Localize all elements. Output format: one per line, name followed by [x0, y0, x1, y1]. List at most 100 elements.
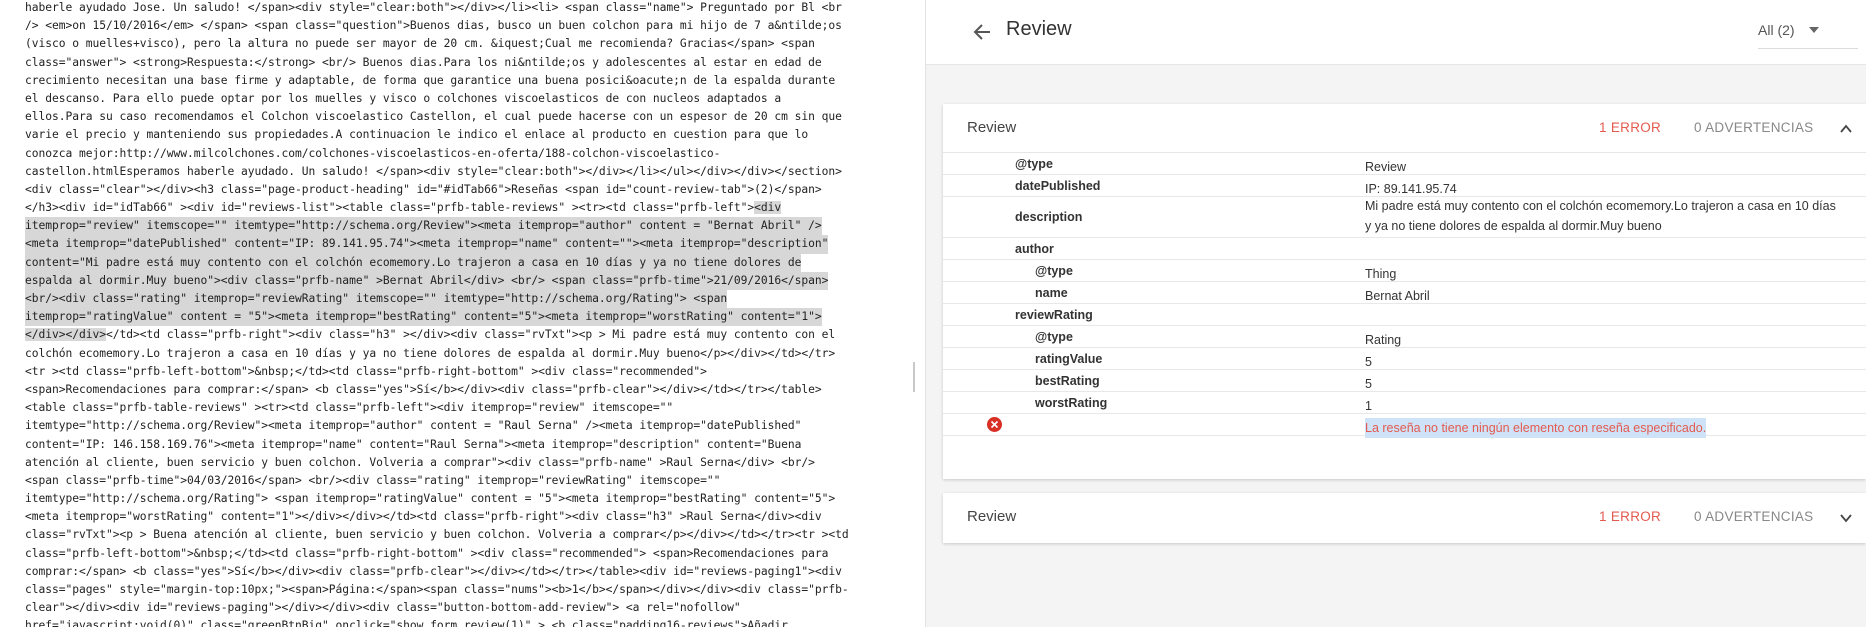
review-result-card: Review 1 ERROR 0 ADVERTENCIAS @type Revie… — [943, 104, 1866, 479]
code-line: <br/><div class="rating" itemprop="revie… — [25, 290, 907, 309]
property-key: description — [1015, 210, 1083, 224]
code-line: ellos.Para su caso recomendamos el Colch… — [25, 108, 907, 126]
property-value: Bernat Abril — [1365, 289, 1430, 303]
source-code-text[interactable]: haberle ayudado Jose. Un saludo! </span>… — [25, 0, 907, 627]
code-text-span: castellon.htmlEsperamos haberle ayudado.… — [25, 164, 842, 178]
code-text-span: class="pages" style="margin-top:10px;"><… — [25, 583, 849, 596]
warning-count: 0 ADVERTENCIAS — [1694, 509, 1814, 524]
property-row: ratingValue 5 — [943, 348, 1866, 370]
property-key: @type — [1035, 330, 1073, 344]
code-text-span: ellos.Para su caso recomendamos el Colch… — [25, 110, 842, 124]
code-line: </h3><div id="idTab66" ><div id="reviews… — [25, 199, 907, 217]
code-text-span: colchón ecomemory.Lo trajeron a casa en … — [25, 346, 836, 360]
property-value: Rating — [1365, 333, 1402, 347]
property-value: Mi padre está muy contento con el colchó… — [1365, 199, 1836, 233]
property-value: Review — [1365, 160, 1406, 174]
code-text-span: conozca mejor:http://www.milcolchones.co… — [25, 146, 721, 160]
property-key: author — [1015, 242, 1054, 256]
code-selection: <meta itemprop="datePublished" content="… — [25, 235, 828, 254]
code-text-span: (visco o muelles+visco), pero la altura … — [25, 37, 815, 51]
code-text-span: content="IP: 146.158.169.76"><meta itemp… — [25, 437, 802, 451]
code-text-span: class="answer"> <strong>Respuesta:</stro… — [25, 55, 822, 69]
property-row: worstRating 1 — [943, 392, 1866, 414]
code-text-span: /> <em>on 15/10/2016</em> </span> <span … — [25, 19, 842, 33]
code-line: itemtype="http://schema.org/Rating"> <sp… — [25, 490, 907, 508]
code-selection: <div — [754, 201, 782, 215]
property-row: name Bernat Abril — [943, 282, 1866, 304]
property-row: reviewRating — [943, 304, 1866, 326]
code-selection: espalda al dormir.Muy bueno"><div class=… — [25, 271, 828, 291]
back-arrow-icon — [973, 24, 990, 40]
code-line: castellon.htmlEsperamos haberle ayudado.… — [25, 163, 907, 181]
error-count: 1 ERROR — [1599, 509, 1662, 524]
property-key: datePublished — [1015, 179, 1101, 193]
code-text-span: <tr ><td class="prfb-left-bottom">&nbsp;… — [25, 364, 707, 378]
property-key: @type — [1035, 264, 1073, 278]
validator-panel: Review All (2) Review 1 ERROR 0 ADVERTEN… — [926, 0, 1866, 627]
code-line: <table class="prfb-table-reviews" ><tr><… — [25, 399, 907, 417]
review-result-card-collapsed[interactable]: Review 1 ERROR 0 ADVERTENCIAS — [943, 493, 1866, 543]
property-row: @type Rating — [943, 326, 1866, 348]
chevron-down-icon[interactable] — [1839, 511, 1853, 525]
code-selection: <br/><div class="rating" itemprop="revie… — [25, 290, 727, 309]
code-text-span: </td><td class="prfb-right"><div class="… — [106, 328, 836, 342]
code-text-span: </h3><div id="idTab66" ><div id="reviews… — [25, 201, 755, 215]
code-text-span: comprar:</span> <b class="yes">Sí</b></d… — [25, 564, 842, 578]
code-line: comprar:</span> <b class="yes">Sí</b></d… — [25, 563, 907, 581]
code-text-span: clear"></div><div id="reviews-paging"></… — [25, 601, 741, 615]
property-table: @type Review datePublished IP: 89.141.95.74… — [943, 152, 1866, 438]
property-key: bestRating — [1035, 374, 1100, 388]
property-value: 1 — [1365, 399, 1372, 413]
code-text-span: href="javascript:void(0)" class="greenBt… — [25, 619, 788, 627]
property-row: description Mi padre está muy contento co… — [943, 197, 1866, 238]
code-line: content="IP: 146.158.169.76"><meta itemp… — [25, 436, 907, 454]
code-text-span: atención al cliente, buen servicio y bue… — [25, 455, 815, 469]
chevron-up-icon[interactable] — [1839, 122, 1853, 136]
code-line: atención al cliente, buen servicio y bue… — [25, 454, 907, 472]
code-line: colchón ecomemory.Lo trajeron a casa en … — [25, 345, 907, 363]
property-row: @type Thing — [943, 260, 1866, 282]
code-line: <span>Recomendaciones para comprar:</spa… — [25, 381, 907, 399]
property-value: 5 — [1365, 377, 1372, 391]
error-row[interactable]: La reseña no tiene ningún elemento con r… — [943, 414, 1866, 438]
back-button[interactable] — [968, 18, 996, 46]
code-line: conozca mejor:http://www.milcolchones.co… — [25, 145, 907, 163]
filter-underline — [1758, 48, 1858, 49]
code-line: <meta itemprop="datePublished" content="… — [25, 235, 907, 254]
card-title: Review — [967, 508, 1017, 525]
code-text-span: class="rvTxt"><p > Buena atención al cli… — [25, 528, 849, 542]
code-text-span: itemtype="http://schema.org/Rating"> <sp… — [25, 492, 836, 506]
code-selection: itemprop="ratingValue" content = "5"><me… — [25, 308, 822, 327]
property-key: ratingValue — [1035, 352, 1103, 366]
code-text-span: haberle ayudado Jose. Un saludo! </span>… — [25, 1, 842, 14]
results-header: Review All (2) — [926, 0, 1866, 65]
property-row: bestRating 5 — [943, 370, 1866, 392]
code-line: (visco o muelles+visco), pero la altura … — [25, 35, 907, 53]
property-row: author — [943, 238, 1866, 260]
code-line: haberle ayudado Jose. Un saludo! </span>… — [25, 0, 907, 17]
code-scrollbar-thumb[interactable] — [913, 362, 915, 392]
code-line: varie el precio y manteniendo sus propie… — [25, 126, 907, 144]
results-filter-dropdown[interactable]: All (2) — [1758, 22, 1819, 38]
code-line: content="Mi padre está muy contento con … — [25, 253, 907, 272]
code-selection: itemprop="review" itemscope="" itemtype=… — [25, 217, 822, 236]
code-line: itemtype="http://schema.org/Review"><met… — [25, 417, 907, 435]
property-key: @type — [1015, 157, 1053, 171]
code-text-span: itemtype="http://schema.org/Review"><met… — [25, 419, 802, 433]
code-line: class="rvTxt"><p > Buena atención al cli… — [25, 526, 907, 544]
dropdown-arrow-icon — [1808, 27, 1819, 33]
code-line: class="answer"> <strong>Respuesta:</stro… — [25, 54, 907, 72]
card-header[interactable]: Review 1 ERROR 0 ADVERTENCIAS — [943, 493, 1866, 541]
code-line: <div class="clear"></div><h3 class="page… — [25, 181, 907, 199]
error-count: 1 ERROR — [1599, 120, 1662, 135]
source-code-pane[interactable]: haberle ayudado Jose. Un saludo! </span>… — [0, 0, 915, 627]
code-text-span: varie el precio y manteniendo sus propie… — [25, 128, 809, 142]
card-header[interactable]: Review 1 ERROR 0 ADVERTENCIAS — [943, 104, 1866, 152]
code-line: el descanso. Para ello puede optar por l… — [25, 90, 907, 108]
code-line: href="javascript:void(0)" class="greenBt… — [25, 617, 907, 627]
code-line: class="prfb-left-bottom">&nbsp;</td><td … — [25, 545, 907, 563]
code-line: itemprop="review" itemscope="" itemtype=… — [25, 217, 907, 236]
code-line: class="pages" style="margin-top:10px;"><… — [25, 581, 907, 599]
filter-label: All (2) — [1758, 22, 1795, 38]
code-line: </div></div></td><td class="prfb-right">… — [25, 326, 907, 344]
